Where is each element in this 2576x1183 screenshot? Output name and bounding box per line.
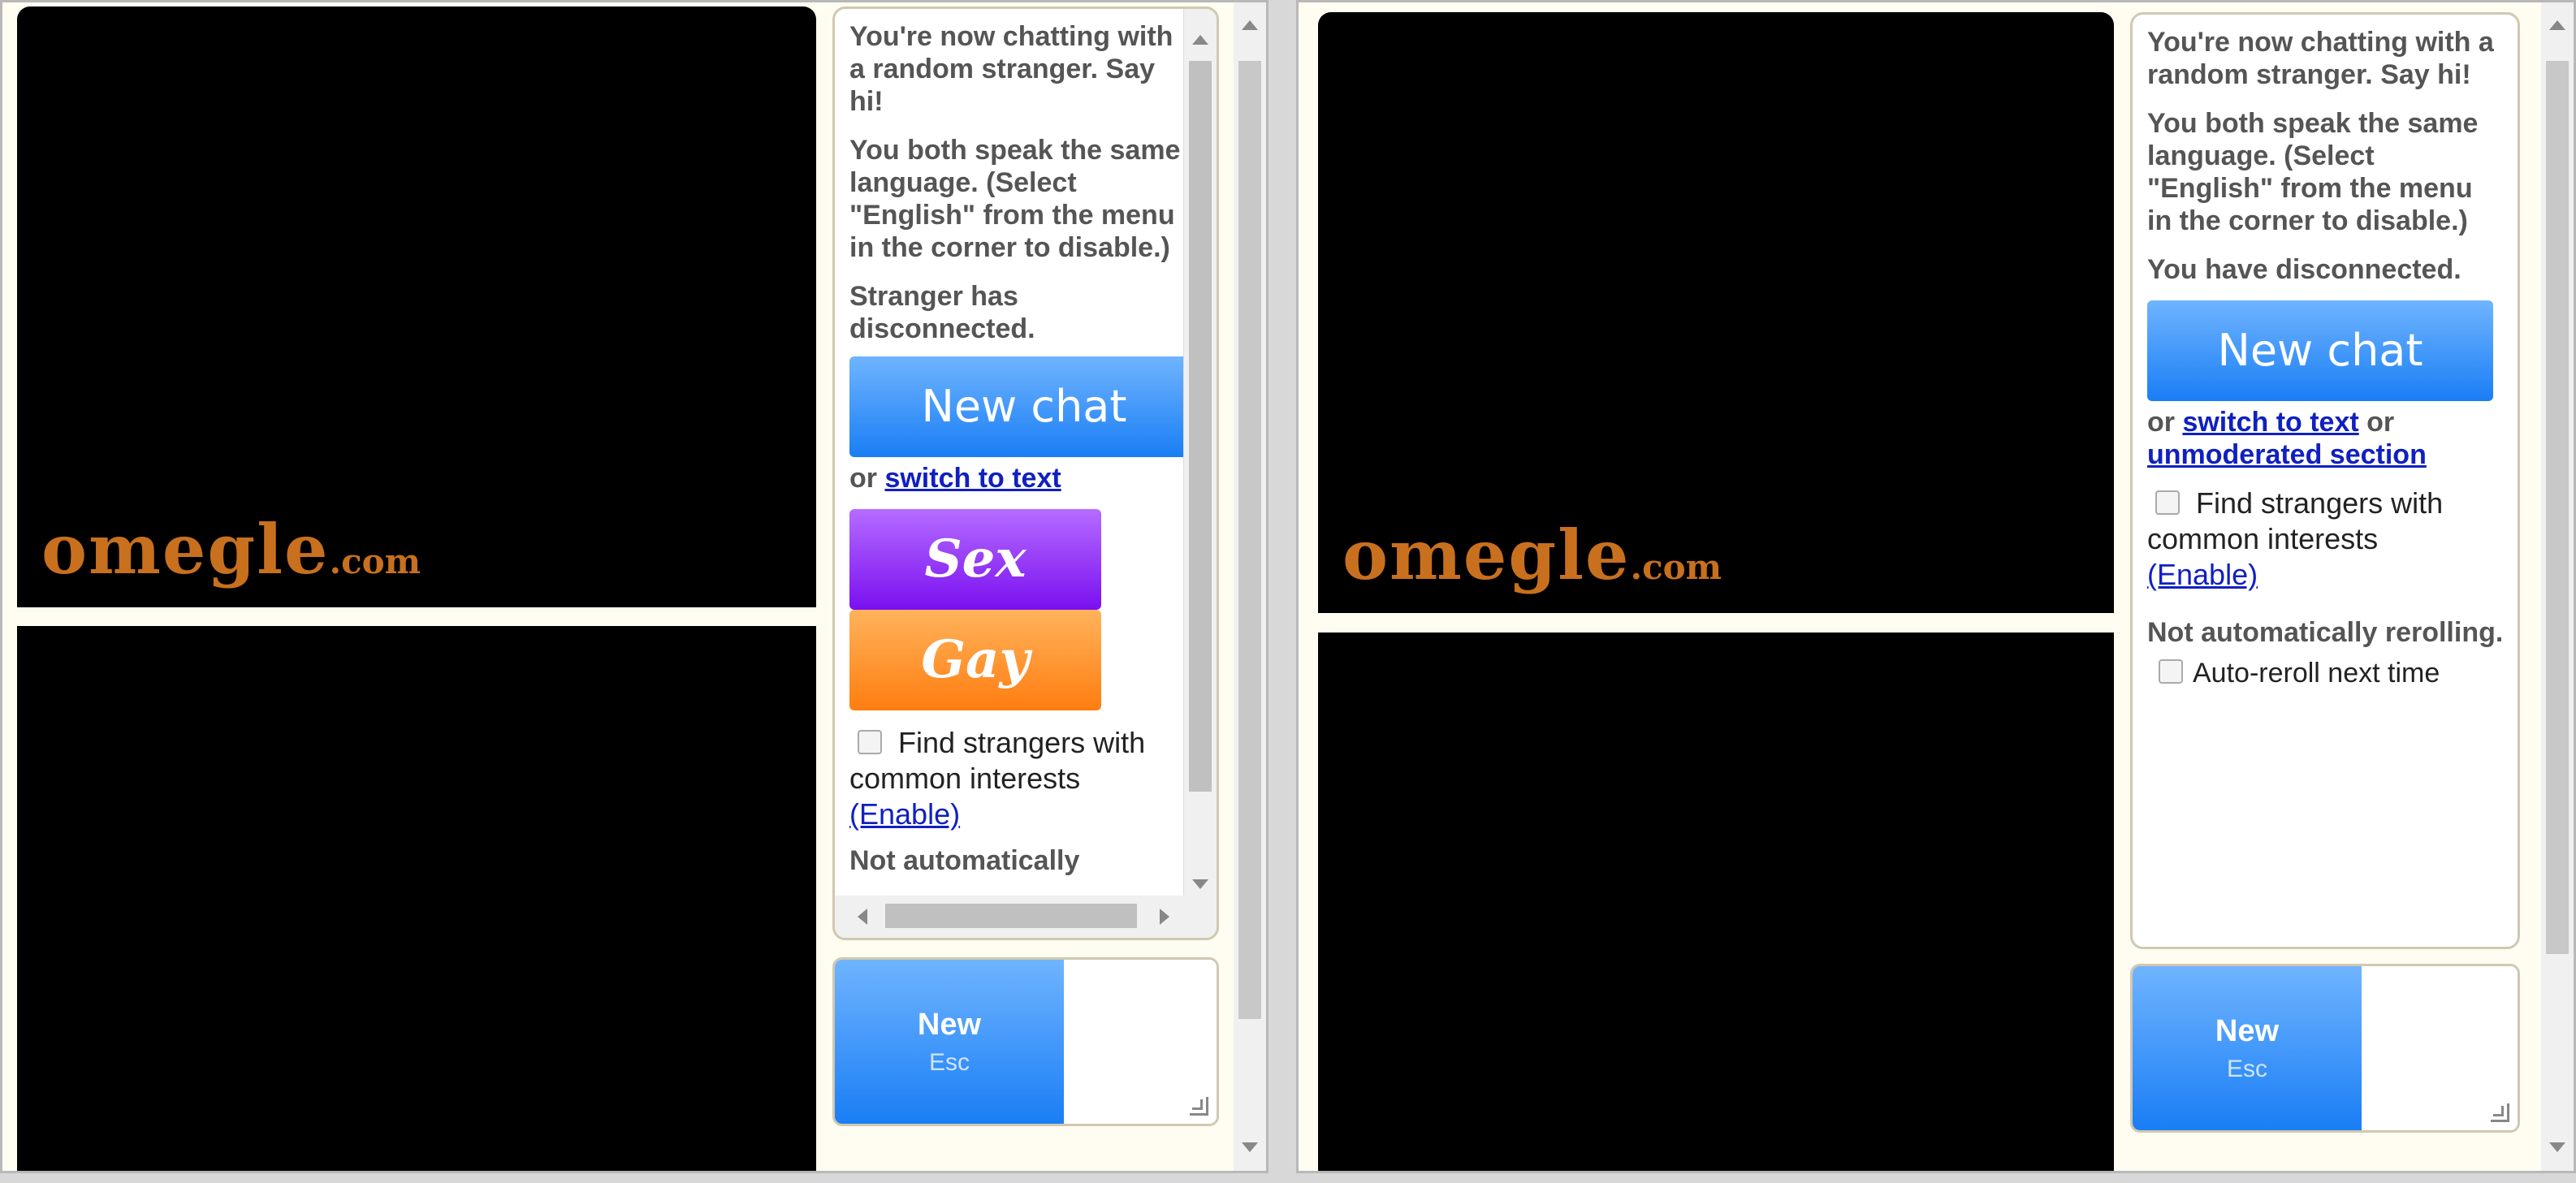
- page-scrollbar[interactable]: [2541, 2, 2574, 1171]
- self-video: [1318, 633, 2114, 1171]
- scroll-down-icon[interactable]: [1192, 879, 1208, 889]
- enable-interests-link[interactable]: (Enable): [2147, 558, 2258, 591]
- left-chat-window: omegle.com You're now chatting with a ra…: [0, 0, 1269, 1173]
- page-scrollbar[interactable]: [1234, 2, 1266, 1171]
- omegle-logo: omegle.com: [41, 509, 421, 589]
- resize-grip-icon[interactable]: [1190, 1097, 1208, 1116]
- system-message: You're now chatting with a random strang…: [849, 21, 1173, 117]
- unmoderated-section-link[interactable]: unmoderated section: [2147, 439, 2427, 470]
- stranger-video: omegle.com: [1318, 12, 2114, 613]
- chat-vertical-scrollbar[interactable]: [1183, 9, 1217, 898]
- interests-option: Find strangers with common interests (En…: [849, 726, 1146, 831]
- autoreroll-checkbox[interactable]: [2159, 659, 2183, 684]
- interests-option: Find strangers with common interests (En…: [2147, 486, 2444, 591]
- system-message: You have disconnected.: [2147, 254, 2461, 285]
- message-input[interactable]: [2362, 966, 2518, 1130]
- system-message: Stranger has disconnected.: [849, 281, 1035, 344]
- system-message: You both speak the same language. (Selec…: [2147, 108, 2479, 236]
- chat-log: You're now chatting with a random strang…: [832, 6, 1219, 940]
- chat-log: You're now chatting with a random strang…: [2130, 12, 2520, 949]
- page-scroll-up-icon[interactable]: [1242, 20, 1258, 30]
- enable-interests-link[interactable]: (Enable): [849, 797, 960, 831]
- scroll-left-icon[interactable]: [858, 909, 867, 925]
- page-scroll-down-icon[interactable]: [2549, 1142, 2565, 1152]
- page-scroll-thumb[interactable]: [2546, 61, 2569, 954]
- new-esc-button[interactable]: New Esc: [835, 960, 1064, 1124]
- gay-promo-button[interactable]: Gay: [849, 610, 1101, 710]
- new-chat-button[interactable]: New chat: [2147, 300, 2493, 401]
- reroll-status: Not automatically rerolling. Auto-reroll…: [2147, 617, 2504, 689]
- page-scroll-up-icon[interactable]: [2549, 20, 2565, 30]
- right-chat-window: omegle.com You're now chatting with a ra…: [1296, 0, 2576, 1173]
- resize-grip-icon[interactable]: [2491, 1103, 2509, 1122]
- send-row: New Esc: [2130, 964, 2520, 1133]
- system-message: You both speak the same language. (Selec…: [849, 135, 1181, 263]
- stranger-video: omegle.com: [17, 6, 816, 607]
- sex-promo-button[interactable]: Sex: [849, 509, 1101, 610]
- scroll-up-icon[interactable]: [1192, 35, 1208, 45]
- page-scroll-down-icon[interactable]: [1242, 1142, 1258, 1152]
- new-esc-button[interactable]: New Esc: [2133, 966, 2362, 1130]
- interests-checkbox[interactable]: [2155, 490, 2180, 516]
- autoreroll-label: Auto-reroll next time: [2193, 658, 2440, 689]
- message-input[interactable]: [1064, 960, 1217, 1124]
- self-video: [17, 626, 816, 1171]
- switch-text-line: or switch to text: [849, 463, 1061, 494]
- cut-off-text: Not automatically: [849, 845, 1080, 876]
- switch-to-text-link[interactable]: switch to text: [2182, 407, 2358, 438]
- hscroll-thumb[interactable]: [885, 904, 1137, 928]
- page-scroll-thumb[interactable]: [1238, 61, 1261, 1019]
- omegle-logo: omegle.com: [1342, 515, 1722, 595]
- send-row: New Esc: [832, 957, 1219, 1126]
- switch-text-line: or switch to text or unmoderated section: [2147, 407, 2427, 470]
- system-message: You're now chatting with a random strang…: [2147, 27, 2494, 90]
- scroll-thumb[interactable]: [1189, 61, 1212, 792]
- interests-checkbox[interactable]: [858, 730, 882, 755]
- scroll-right-icon[interactable]: [1160, 909, 1169, 925]
- new-chat-button[interactable]: New chat: [849, 356, 1199, 457]
- switch-to-text-link[interactable]: switch to text: [884, 463, 1061, 494]
- chat-horizontal-scrollbar[interactable]: [835, 896, 1217, 938]
